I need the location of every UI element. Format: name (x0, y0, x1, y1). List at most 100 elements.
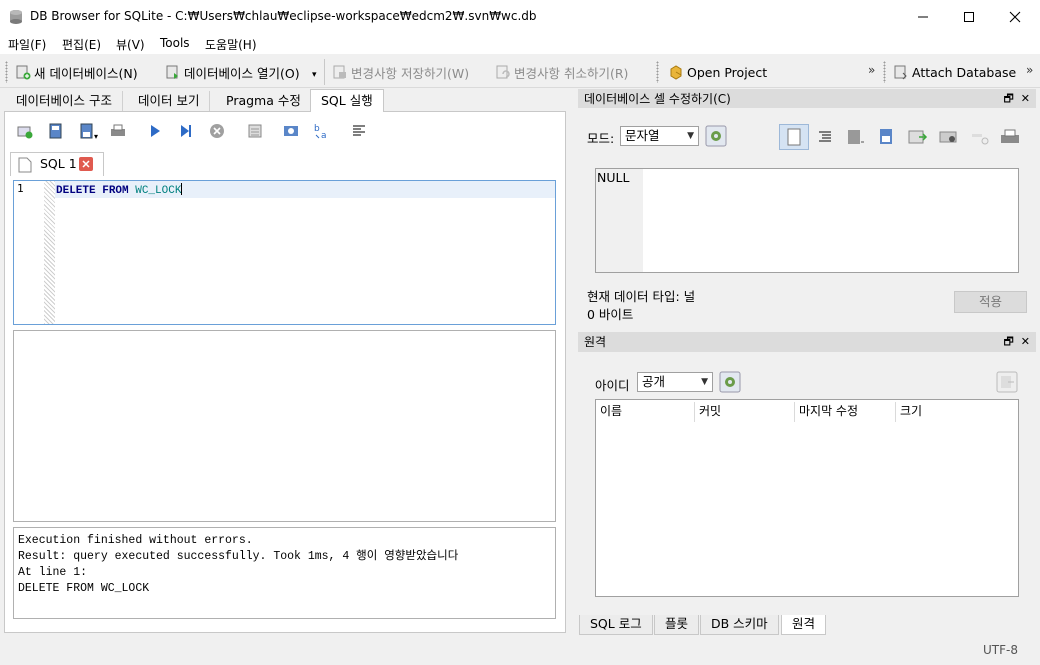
tab-db-schema[interactable]: DB 스키마 (700, 615, 779, 635)
open-project-button[interactable]: Open Project (668, 62, 767, 82)
toolbar-overflow-chevron[interactable]: » (1026, 63, 1033, 77)
menu-edit[interactable]: 편집(E) (62, 36, 101, 53)
title-bar: DB Browser for SQLite - C:₩Users₩chlau₩e… (0, 0, 1040, 33)
auto-switch-mode-icon[interactable] (705, 125, 727, 147)
column-header-name[interactable]: 이름 (596, 402, 695, 422)
column-header-last-modified[interactable]: 마지막 수정 (795, 402, 896, 422)
new-database-button[interactable]: 새 데이터베이스(N) (15, 62, 138, 82)
export-file-icon[interactable] (876, 126, 898, 148)
manage-identity-icon[interactable] (719, 371, 741, 393)
undock-icon[interactable]: 🗗 (1003, 335, 1013, 348)
app-window: DB Browser for SQLite - C:₩Users₩chlau₩e… (0, 0, 1040, 665)
menu-tools[interactable]: Tools (160, 36, 190, 50)
sql-file-icon (18, 157, 32, 173)
open-database-dropdown-icon[interactable]: ▾ (312, 70, 317, 80)
data-size-label: 0 바이트 (587, 307, 634, 322)
message-line: Result: query executed successfully. Too… (18, 550, 459, 563)
mode-label: 모드: (587, 131, 615, 146)
remote-title: 원격 (584, 335, 607, 349)
tab-remote[interactable]: 원격 (781, 615, 827, 635)
tab-sql-1[interactable]: SQL 1 (10, 152, 104, 176)
write-changes-icon (333, 65, 346, 79)
menu-help[interactable]: 도움말(H) (205, 36, 257, 53)
find-text-icon[interactable] (282, 122, 300, 140)
save-results-icon[interactable] (246, 122, 264, 140)
execute-all-icon[interactable] (146, 122, 164, 140)
open-sql-file-icon[interactable] (47, 122, 65, 140)
execute-current-line-icon[interactable] (177, 122, 195, 140)
code-line: DELETE FROM WC_LOCK (56, 183, 183, 197)
minimize-button[interactable] (900, 0, 946, 33)
toolbar-grip[interactable] (883, 61, 886, 83)
close-dock-icon[interactable]: ✕ (1021, 335, 1030, 348)
open-project-icon (670, 65, 682, 80)
maximize-button[interactable] (946, 0, 992, 33)
text-caret (181, 183, 183, 195)
column-header-commit[interactable]: 커밋 (695, 402, 795, 422)
close-icon (1009, 11, 1021, 22)
main-toolbar: 새 데이터베이스(N) 데이터베이스 열기(O) ▾ 변경사항 저장하기(W) … (0, 54, 1040, 88)
svg-text:a: a (321, 131, 327, 140)
tab-plot[interactable]: 플롯 (654, 615, 700, 635)
cell-value-editor[interactable]: NULL (595, 168, 1019, 273)
auto-format-icon[interactable] (814, 126, 836, 148)
revert-changes-button[interactable]: 변경사항 취소하기(R) (495, 62, 628, 82)
identity-select[interactable]: 공개 ▼ (637, 372, 713, 392)
toolbar-grip[interactable] (5, 61, 8, 83)
menu-file[interactable]: 파일(F) (8, 36, 46, 53)
print-icon[interactable] (999, 126, 1021, 148)
find-replace-icon[interactable]: ba (313, 122, 331, 140)
write-changes-button[interactable]: 변경사항 저장하기(W) (332, 62, 469, 82)
open-tab-icon[interactable] (16, 122, 34, 140)
new-database-icon (16, 65, 31, 80)
tab-database-structure[interactable]: 데이터베이스 구조 (6, 91, 123, 111)
results-grid[interactable] (13, 330, 556, 522)
save-dropdown-icon[interactable]: ▾ (94, 132, 98, 141)
menu-bar: 파일(F) 편집(E) 뷰(V) Tools 도움말(H) (0, 33, 1040, 54)
mode-select[interactable]: 문자열 ▼ (620, 126, 699, 146)
edit-cell-dock-header: 데이터베이스 셀 수정하기(C) 🗗 ✕ (578, 89, 1036, 109)
chevron-down-icon: ▼ (687, 131, 694, 141)
attach-database-button[interactable]: Attach Database (893, 62, 1016, 82)
sql-editor[interactable]: 1 DELETE FROM WC_LOCK (13, 180, 556, 325)
remote-dock-header: 원격 🗗 ✕ (578, 332, 1036, 352)
menu-view[interactable]: 뷰(V) (116, 36, 145, 53)
tab-sql-log[interactable]: SQL 로그 (579, 615, 653, 635)
window-title: DB Browser for SQLite - C:₩Users₩chlau₩e… (30, 9, 537, 23)
undock-icon[interactable]: 🗗 (1003, 92, 1013, 105)
message-line: DELETE FROM WC_LOCK (18, 582, 150, 595)
close-window-button[interactable] (992, 0, 1038, 33)
tab-execute-sql[interactable]: SQL 실행 (310, 89, 384, 112)
database-icon (10, 10, 22, 24)
sql-keyword: DELETE (56, 185, 96, 197)
null-value-icon[interactable] (969, 126, 991, 148)
maximize-icon (964, 11, 974, 22)
stop-execution-icon[interactable] (208, 122, 226, 140)
comment-lines-icon[interactable] (350, 122, 368, 140)
tab-browse-data[interactable]: 데이터 보기 (128, 91, 211, 111)
edit-cell-title: 데이터베이스 셀 수정하기(C) (584, 92, 731, 106)
open-database-button[interactable]: 데이터베이스 열기(O) (165, 62, 300, 82)
fold-margin (44, 181, 55, 324)
apply-button[interactable]: 적용 (954, 291, 1027, 313)
sql-identifier: WC_LOCK (135, 185, 182, 197)
tab-edit-pragmas[interactable]: Pragma 수정 (216, 91, 312, 111)
column-header-size[interactable]: 크기 (896, 402, 1018, 422)
line-number: 1 (17, 182, 24, 195)
message-line: At line 1: (18, 566, 88, 579)
message-pane[interactable]: Execution finished without errors. Resul… (13, 527, 556, 619)
toolbar-overflow-chevron[interactable]: » (868, 63, 875, 77)
remote-repository-table[interactable]: 이름 커밋 마지막 수정 크기 (595, 399, 1019, 597)
sql-keyword: FROM (102, 185, 129, 197)
chevron-down-icon: ▼ (701, 377, 708, 387)
push-database-icon[interactable] (996, 371, 1018, 393)
set-null-icon[interactable] (907, 126, 929, 148)
print-icon[interactable] (109, 122, 127, 140)
close-tab-icon[interactable] (79, 157, 93, 171)
open-in-editor-icon[interactable] (938, 126, 960, 148)
message-line: Execution finished without errors. (18, 534, 253, 547)
close-dock-icon[interactable]: ✕ (1021, 92, 1030, 105)
import-file-icon[interactable] (845, 126, 867, 148)
word-wrap-icon[interactable] (779, 124, 809, 150)
toolbar-grip[interactable] (656, 61, 659, 83)
